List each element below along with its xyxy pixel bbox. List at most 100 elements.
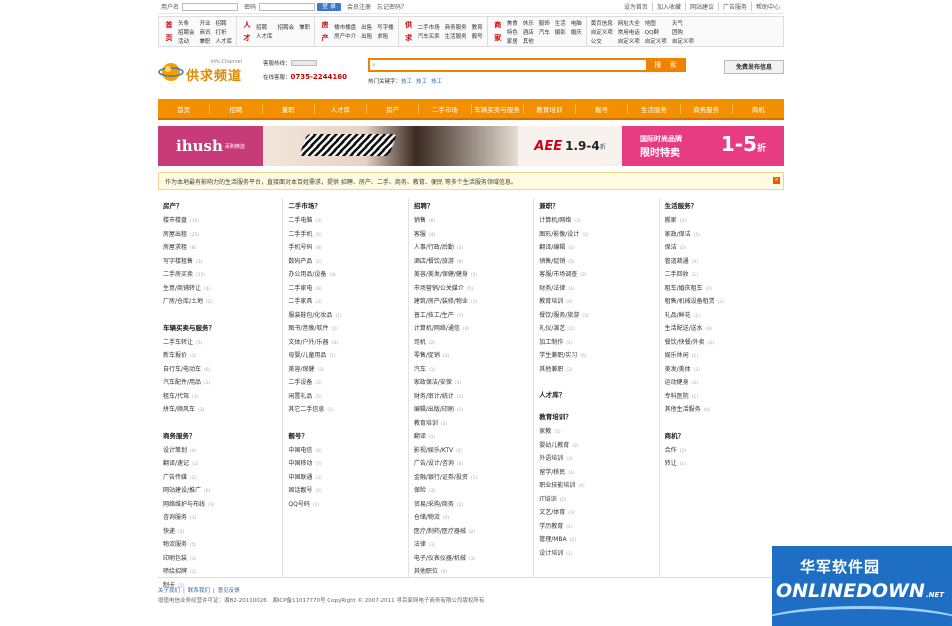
section-title[interactable]: 商机？	[665, 430, 784, 440]
list-item[interactable]: 美容/保健 (3)	[288, 364, 407, 378]
item-label[interactable]: 医疗/制药/医疗器械	[414, 528, 466, 535]
footer-link[interactable]: 联系我们	[188, 588, 210, 594]
item-label[interactable]: 文体/户外/乐器	[288, 339, 328, 346]
list-item[interactable]: 销售/促销 (5)	[539, 256, 658, 270]
list-item[interactable]: 仓储/物流 (5)	[414, 512, 533, 526]
category-link[interactable]: 其他	[523, 37, 534, 45]
category-link[interactable]: 招聘	[216, 19, 233, 27]
item-label[interactable]: 财务/审计/统计	[414, 393, 454, 400]
category-link[interactable]: 自定义项	[618, 37, 640, 45]
item-label[interactable]: 普工/技工/生产	[414, 312, 454, 319]
list-item[interactable]: 咨询服务 (1)	[163, 512, 282, 526]
login-button[interactable]: 登 录	[317, 2, 341, 11]
item-label[interactable]: 办公用品/设备	[288, 271, 326, 278]
search-button[interactable]: 搜 索	[648, 57, 686, 72]
category-link[interactable]: 出租	[361, 32, 372, 40]
username-input[interactable]	[182, 2, 239, 11]
item-label[interactable]: 家政保洁/安保	[414, 379, 452, 386]
item-label[interactable]: 租车/婚庆租车	[665, 285, 703, 292]
item-label[interactable]: 楼市楼盘	[163, 217, 187, 224]
list-item[interactable]: 财务/审计/统计 (2)	[414, 391, 533, 405]
category-link[interactable]: 招聘会	[278, 23, 295, 31]
category-link[interactable]: 靓号	[472, 32, 483, 40]
list-item[interactable]: 设计培训 (1)	[539, 548, 658, 562]
list-item[interactable]: 贸易/采购/商务 (2)	[414, 499, 533, 513]
list-item[interactable]: 楼市楼盘 (10)	[163, 215, 282, 229]
list-item[interactable]: 家政保洁/安保 (4)	[414, 377, 533, 391]
section-title[interactable]: 生活服务？	[665, 200, 784, 210]
category-link[interactable]: 房产中介	[334, 32, 356, 40]
list-item[interactable]: 母婴/儿童用品 (1)	[288, 350, 407, 364]
category-link[interactable]: 常用电话	[618, 28, 640, 36]
list-item[interactable]: 网络维护与布线 (3)	[163, 499, 282, 513]
list-item[interactable]: 礼仪/演艺 (2)	[539, 323, 658, 337]
list-item[interactable]: 搬家 (3)	[665, 215, 784, 229]
category-link[interactable]: 美食	[507, 19, 518, 27]
item-label[interactable]: 拼车/顺风车	[163, 406, 195, 413]
hot-keyword[interactable]: 技工	[416, 79, 427, 85]
list-item[interactable]: 翻译/速记 (1)	[163, 458, 282, 472]
list-item[interactable]: 餐饮/快餐/外卖 (2)	[665, 337, 784, 351]
item-label[interactable]: 司机	[414, 339, 426, 346]
category-link[interactable]: 服饰	[539, 19, 550, 27]
list-item[interactable]: 财务/法律 (1)	[539, 283, 658, 297]
item-label[interactable]: 美容/保健	[288, 366, 314, 373]
item-label[interactable]: 建筑/房产/装修/物业	[414, 298, 468, 305]
item-label[interactable]: 二手家具	[288, 298, 312, 305]
item-label[interactable]: 闲置礼品	[288, 393, 312, 400]
item-label[interactable]: 留学/移民	[539, 469, 565, 476]
item-label[interactable]: 教育培训	[539, 298, 563, 305]
list-item[interactable]: 礼品/鲜花 (1)	[665, 310, 784, 324]
item-label[interactable]: 转让	[665, 460, 677, 467]
top-link[interactable]: 网站建议	[684, 2, 718, 11]
list-item[interactable]: 法律 (1)	[414, 539, 533, 553]
list-item[interactable]: 管道疏通 (4)	[665, 256, 784, 270]
item-label[interactable]: 专科医院	[665, 393, 689, 400]
item-label[interactable]: 酒店/餐饮/旅游	[414, 258, 454, 265]
item-label[interactable]: 房屋求租	[163, 244, 187, 251]
footer-link[interactable]: 意见反馈	[218, 588, 240, 594]
category-link[interactable]: 家居	[507, 37, 518, 45]
list-item[interactable]: 喷绘招牌 (1)	[163, 566, 282, 580]
section-title[interactable]: 靓号？	[288, 430, 407, 440]
list-item[interactable]: 二手电脑 (3)	[288, 215, 407, 229]
list-item[interactable]: QQ号码 (1)	[288, 499, 407, 513]
category-link[interactable]: 生活	[555, 19, 566, 27]
nav-item[interactable]: 招聘	[210, 103, 263, 114]
list-item[interactable]: 生意/商铺转让 (4)	[163, 283, 282, 297]
register-link[interactable]: 会员注册	[347, 2, 371, 11]
section-title[interactable]: 车辆买卖与服务？	[163, 322, 282, 332]
item-label[interactable]: 销售	[414, 217, 426, 224]
nav-item[interactable]: 二手市场	[419, 103, 472, 114]
list-item[interactable]: 中国联通 (3)	[288, 472, 407, 486]
list-item[interactable]: 中国电信 (4)	[288, 445, 407, 459]
category-link[interactable]: 招聘	[256, 23, 273, 31]
item-label[interactable]: 外语培训	[539, 455, 563, 462]
item-label[interactable]: 婴幼儿教育	[539, 442, 569, 449]
item-label[interactable]: 生活配送/送水	[665, 325, 703, 332]
list-item[interactable]: 留学/移民 (1)	[539, 467, 658, 481]
item-label[interactable]: 计算机/网络/通信	[414, 325, 460, 332]
item-label[interactable]: 管理/MBA	[539, 536, 566, 543]
list-item[interactable]: 美发/美体 (3)	[665, 364, 784, 378]
list-item[interactable]: 汽车 (1)	[414, 364, 533, 378]
item-label[interactable]: 翻译	[414, 433, 426, 440]
item-label[interactable]: 喷绘招牌	[163, 568, 187, 575]
item-label[interactable]: 家教	[539, 428, 551, 435]
item-label[interactable]: 其他生活服务	[665, 406, 701, 413]
item-label[interactable]: 礼品/鲜花	[665, 312, 691, 319]
item-label[interactable]: 礼仪/演艺	[539, 325, 565, 332]
list-item[interactable]: 保险 (3)	[414, 485, 533, 499]
category-link[interactable]: 求租	[377, 32, 394, 40]
list-item[interactable]: 其他生活服务 (4)	[665, 404, 784, 418]
item-label[interactable]: 中国电信	[288, 447, 312, 454]
category-link[interactable]: 地图	[645, 19, 667, 27]
item-label[interactable]: 翻译/编辑	[539, 244, 565, 251]
item-label[interactable]: 职业技能培训	[539, 482, 575, 489]
item-label[interactable]: 影视/娱乐/KTV	[414, 447, 453, 454]
list-item[interactable]: 文艺/体育 (3)	[539, 507, 658, 521]
item-label[interactable]: 教育培训	[414, 420, 438, 427]
item-label[interactable]: 二手电脑	[288, 217, 312, 224]
category-link[interactable]: 活动	[178, 37, 195, 45]
list-item[interactable]: 客服/市场调查 (2)	[539, 269, 658, 283]
